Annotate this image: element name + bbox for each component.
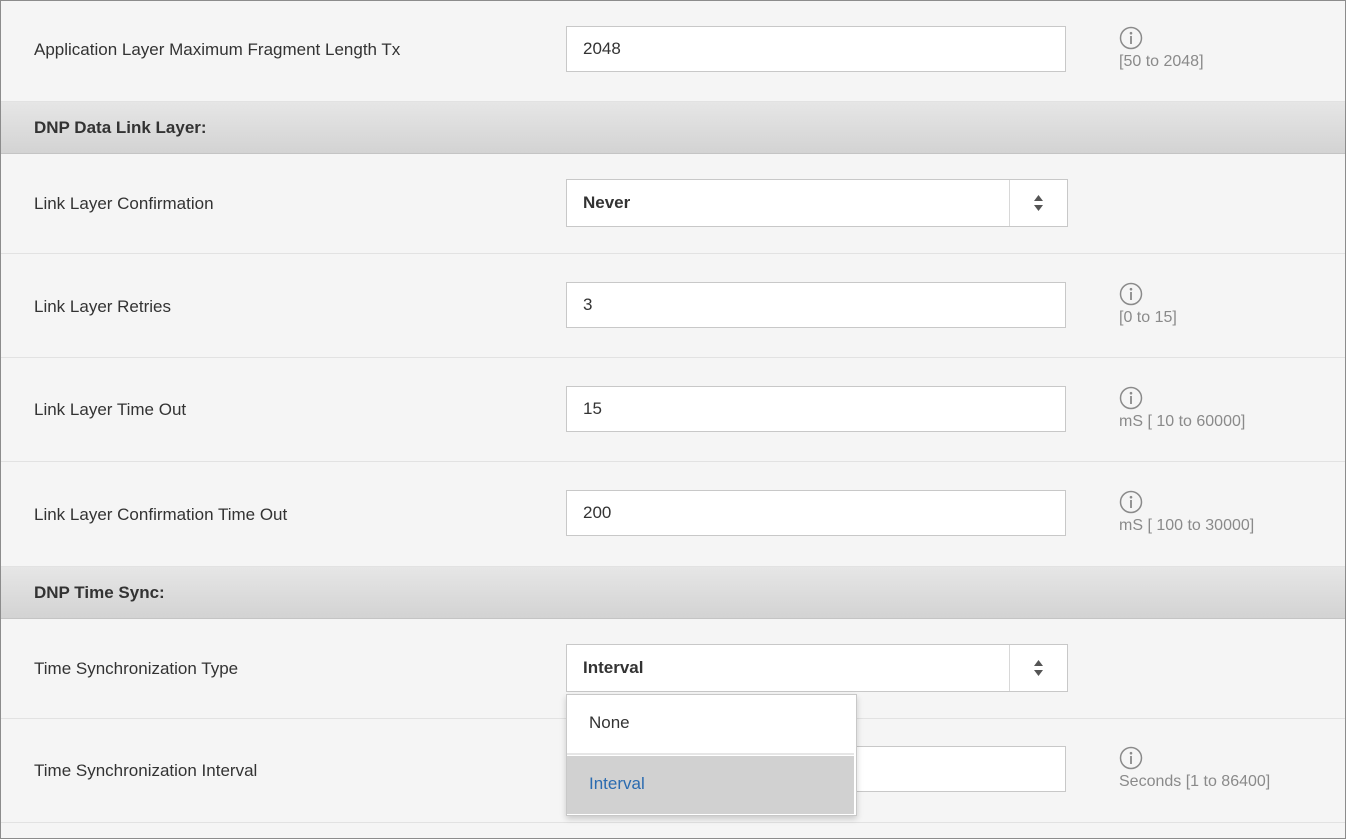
link-layer-retries-input[interactable] bbox=[566, 282, 1066, 328]
sort-arrows-icon[interactable] bbox=[1010, 180, 1067, 226]
row-link-layer-confirmation-time-out: Link Layer Confirmation Time Out mS [ 10… bbox=[1, 462, 1345, 567]
link-layer-confirmation-time-out-range: mS [ 100 to 30000] bbox=[1119, 517, 1255, 534]
dnp-settings-panel: Application Layer Maximum Fragment Lengt… bbox=[0, 0, 1346, 839]
info-circle-icon[interactable] bbox=[1119, 746, 1143, 770]
section-title-time-sync: DNP Time Sync: bbox=[34, 583, 165, 602]
link-layer-confirmation-label: Link Layer Confirmation bbox=[34, 194, 214, 213]
sort-arrows-icon[interactable] bbox=[1010, 645, 1067, 691]
dropdown-option-interval[interactable]: Interval bbox=[567, 756, 854, 814]
section-dnp-time-sync: DNP Time Sync: bbox=[1, 567, 1345, 619]
row-link-layer-time-out: Link Layer Time Out mS [ 10 to 60000] bbox=[1, 358, 1345, 462]
link-layer-confirmation-time-out-label: Link Layer Confirmation Time Out bbox=[34, 505, 288, 524]
time-synchronization-interval-label: Time Synchronization Interval bbox=[34, 761, 258, 780]
row-next-partial bbox=[1, 823, 1345, 838]
info-circle-icon[interactable] bbox=[1119, 386, 1143, 410]
row-link-layer-retries: Link Layer Retries [0 to 15] bbox=[1, 254, 1345, 358]
link-layer-retries-label: Link Layer Retries bbox=[34, 297, 172, 316]
link-layer-time-out-label: Link Layer Time Out bbox=[34, 400, 187, 419]
link-layer-retries-range: [0 to 15] bbox=[1119, 309, 1177, 326]
link-layer-confirmation-select[interactable]: Never bbox=[566, 179, 1068, 227]
dropdown-option-none-label: None bbox=[589, 713, 630, 732]
row-link-layer-confirmation: Link Layer Confirmation Never bbox=[1, 154, 1345, 254]
time-synchronization-type-value: Interval bbox=[583, 658, 644, 677]
row-app-max-fragment-length: Application Layer Maximum Fragment Lengt… bbox=[1, 1, 1345, 102]
info-circle-icon[interactable] bbox=[1119, 282, 1143, 306]
time-synchronization-type-select[interactable]: Interval bbox=[566, 644, 1068, 692]
dropdown-option-interval-label: Interval bbox=[589, 774, 645, 793]
dropdown-option-none[interactable]: None bbox=[567, 695, 854, 755]
section-dnp-data-link-layer: DNP Data Link Layer: bbox=[1, 102, 1345, 154]
link-layer-confirmation-value: Never bbox=[583, 193, 631, 212]
link-layer-confirmation-time-out-input[interactable] bbox=[566, 490, 1066, 536]
link-layer-time-out-input[interactable] bbox=[566, 386, 1066, 432]
app-max-fragment-length-range: [50 to 2048] bbox=[1119, 53, 1204, 70]
app-max-fragment-length-input[interactable] bbox=[566, 26, 1066, 72]
app-max-fragment-length-label: Application Layer Maximum Fragment Lengt… bbox=[34, 40, 401, 59]
section-title-data-link: DNP Data Link Layer: bbox=[34, 118, 207, 137]
time-synchronization-type-label: Time Synchronization Type bbox=[34, 659, 239, 678]
info-circle-icon[interactable] bbox=[1119, 490, 1143, 514]
info-circle-icon[interactable] bbox=[1119, 26, 1143, 50]
time-synchronization-interval-range: Seconds [1 to 86400] bbox=[1119, 773, 1271, 790]
link-layer-time-out-range: mS [ 10 to 60000] bbox=[1119, 413, 1246, 430]
time-synchronization-type-dropdown: None Interval bbox=[566, 694, 857, 816]
